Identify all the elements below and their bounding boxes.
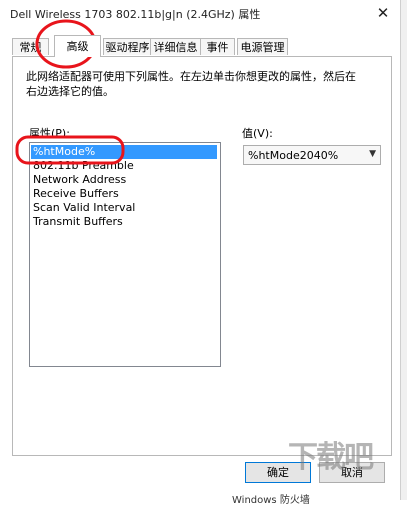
value-dropdown[interactable]: %htMode2040% ▼ <box>243 145 381 165</box>
background-window-edge <box>400 0 407 500</box>
property-item-htmode[interactable]: %htMode% <box>31 145 217 159</box>
property-item-receive-buffers[interactable]: Receive Buffers <box>31 187 217 201</box>
property-item-transmit-buffers[interactable]: Transmit Buffers <box>31 215 217 229</box>
tab-events[interactable]: 事件 <box>200 38 235 55</box>
tab-advanced[interactable]: 高级 <box>54 35 101 57</box>
advanced-tab-page: 此网络适配器可使用下列属性。在左边单击你想更改的属性，然后在右边选择它的值。 属… <box>12 56 392 456</box>
chevron-down-icon: ▼ <box>369 149 376 159</box>
window-title: Dell Wireless 1703 802.11b|g|n (2.4GHz) … <box>10 8 261 21</box>
watermark-logo: 下载吧 <box>288 440 374 475</box>
property-item-preamble[interactable]: 802.11b Preamble <box>31 159 217 173</box>
property-label: 属性(P): <box>29 127 70 140</box>
property-item-network-address[interactable]: Network Address <box>31 173 217 187</box>
tab-driver[interactable]: 驱动程序 <box>103 38 152 55</box>
tab-general[interactable]: 常规 <box>12 38 49 55</box>
tab-power-management[interactable]: 电源管理 <box>237 38 288 55</box>
tab-details[interactable]: 详细信息 <box>150 38 201 55</box>
tab-strip: 常规 高级 驱动程序 详细信息 事件 电源管理 <box>12 35 392 57</box>
value-label: 值(V): <box>242 127 273 140</box>
description-text: 此网络适配器可使用下列属性。在左边单击你想更改的属性，然后在右边选择它的值。 <box>26 70 356 98</box>
value-dropdown-text: %htMode2040% <box>248 149 339 162</box>
property-item-scan-valid-interval[interactable]: Scan Valid Interval <box>31 201 217 215</box>
properties-dialog: Dell Wireless 1703 802.11b|g|n (2.4GHz) … <box>0 0 400 506</box>
title-bar[interactable]: Dell Wireless 1703 802.11b|g|n (2.4GHz) … <box>0 0 400 28</box>
close-button[interactable]: ✕ <box>366 0 400 26</box>
background-taskbar-text: Windows 防火墙 <box>232 491 310 506</box>
property-listbox[interactable]: %htMode% 802.11b Preamble Network Addres… <box>29 142 221 367</box>
